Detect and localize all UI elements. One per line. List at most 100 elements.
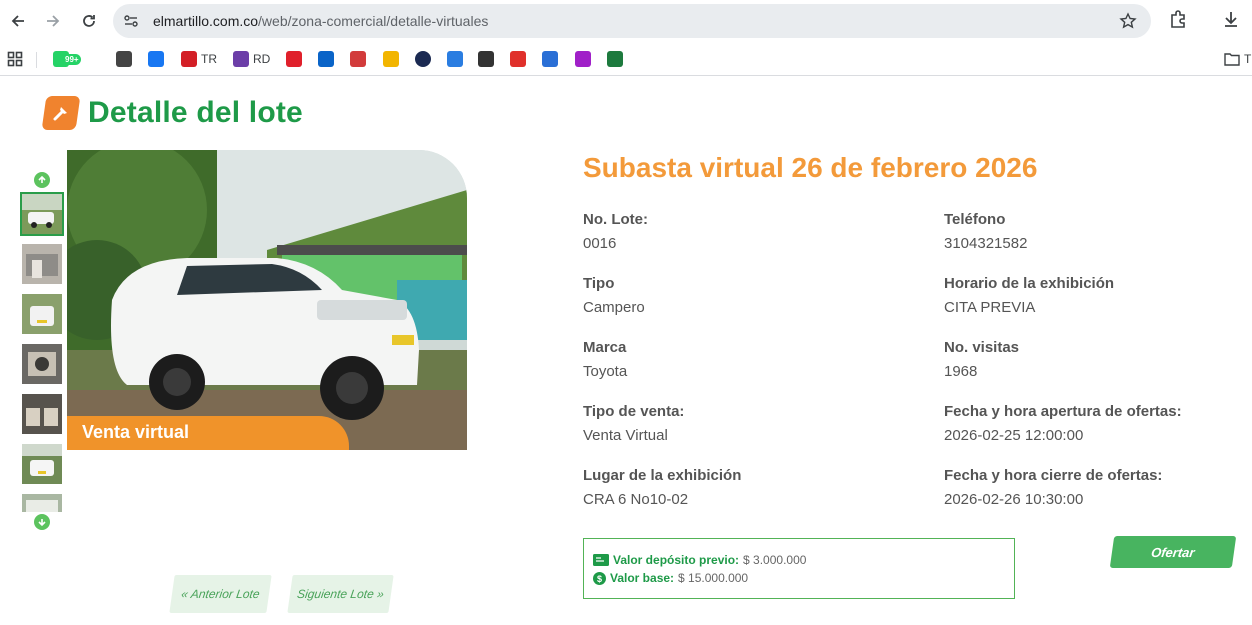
- deposit-label: Valor depósito previo:: [613, 553, 740, 567]
- detail-field: Horario de la exhibición CITA PREVIA: [944, 275, 1244, 316]
- arrow-up-icon: [38, 175, 46, 183]
- back-button[interactable]: [6, 9, 30, 33]
- reload-icon: [83, 15, 95, 27]
- bookmarks-divider: [36, 52, 37, 68]
- download-box-icon: [575, 51, 591, 67]
- thumbs-down-button[interactable]: [34, 514, 50, 530]
- arrow-down-icon: [38, 519, 46, 527]
- detail-field: Teléfono 3104321582: [944, 211, 1244, 252]
- detail-value: Campero: [583, 299, 645, 316]
- tr-icon: [181, 51, 197, 67]
- svg-text:$: $: [597, 574, 602, 584]
- auction-title: Subasta virtual 26 de febrero 2026: [583, 152, 1038, 183]
- bookmarks-bar: 99+ TR RD T: [0, 42, 1252, 76]
- bookmark-excel[interactable]: [607, 50, 623, 68]
- bookmark-badge: 99+: [63, 53, 81, 65]
- vehicle-photo: [67, 150, 467, 450]
- detail-value: 1968: [944, 363, 978, 380]
- detail-value: 2026-02-25 12:00:00: [944, 427, 1084, 444]
- detail-label: Horario de la exhibición: [944, 275, 1115, 292]
- thumbnail-6[interactable]: [22, 444, 62, 484]
- detail-label: Teléfono: [944, 211, 1006, 228]
- bookmark-puzzle[interactable]: [383, 50, 399, 68]
- reload-button[interactable]: [77, 9, 101, 33]
- lc-icon: [350, 51, 366, 67]
- thumbnail-2[interactable]: [22, 244, 62, 284]
- bookmark-wave[interactable]: [542, 50, 558, 68]
- extensions-icon[interactable]: [1168, 9, 1188, 34]
- arrow-right-icon: [47, 15, 60, 27]
- address-bar[interactable]: elmartillo.com.co/web/zona-comercial/det…: [113, 4, 1151, 38]
- bookmark-whatsapp[interactable]: 99+: [53, 50, 81, 68]
- hammer-icon: [41, 96, 81, 130]
- downloads-icon[interactable]: [1221, 9, 1241, 34]
- detail-field: Marca Toyota: [583, 339, 883, 380]
- dollar-circle-icon: $: [593, 571, 606, 585]
- money-bill-icon: [593, 554, 609, 566]
- bookmark-openai[interactable]: [116, 50, 132, 68]
- bookmark-label: TR: [201, 52, 217, 66]
- circle-icon: [415, 51, 431, 67]
- bookmark-m2[interactable]: [478, 50, 494, 68]
- detail-value: CITA PREVIA: [944, 299, 1036, 316]
- main-photo[interactable]: Venta virtual: [67, 150, 467, 450]
- bookmark-lc[interactable]: [350, 50, 366, 68]
- bookmark-outlook[interactable]: [318, 50, 334, 68]
- thumbnail-5[interactable]: [22, 394, 62, 434]
- bookmark-label: RD: [253, 52, 271, 66]
- thumbnail-7[interactable]: [22, 494, 62, 512]
- offer-button[interactable]: Ofertar: [1109, 536, 1237, 568]
- bookmark-facebook[interactable]: [148, 50, 164, 68]
- detail-value: 2026-02-26 10:30:00: [944, 491, 1084, 508]
- page-header: Detalle del lote: [41, 96, 303, 130]
- m2-icon: [478, 51, 494, 67]
- detail-label: Marca: [583, 339, 627, 356]
- detail-label: Tipo de venta:: [583, 403, 685, 420]
- site-settings-icon[interactable]: [123, 13, 139, 34]
- detail-field: Lugar de la exhibición CRA 6 No10-02: [583, 467, 883, 508]
- bookmark-circle[interactable]: [415, 50, 431, 68]
- bookmark-pin[interactable]: [447, 50, 463, 68]
- thumbs-up-button[interactable]: [34, 172, 50, 188]
- base-value-line: $ Valor base: $ 15.000.000: [593, 569, 1014, 587]
- base-value-amount: $ 15.000.000: [678, 571, 749, 585]
- outlook-icon: [318, 51, 334, 67]
- bookmark-tr[interactable]: TR: [181, 50, 217, 68]
- openai-icon: [116, 51, 132, 67]
- arrow-left-icon: [11, 15, 24, 27]
- bookmark-sa[interactable]: [286, 50, 302, 68]
- detail-field: No. visitas 1968: [944, 339, 1244, 380]
- pin-icon: [447, 51, 463, 67]
- folder-icon: [1224, 53, 1240, 66]
- wave-icon: [542, 51, 558, 67]
- page-title: Detalle del lote: [88, 96, 303, 129]
- thumbnail-4[interactable]: [22, 344, 62, 384]
- thumbnail-strip: [20, 170, 64, 530]
- thumbnail-3[interactable]: [22, 294, 62, 334]
- detail-field: Tipo de venta: Venta Virtual: [583, 403, 883, 444]
- detail-value: Venta Virtual: [583, 427, 668, 444]
- detail-value: CRA 6 No10-02: [583, 491, 689, 508]
- detail-label: No. Lote:: [583, 211, 648, 228]
- url-text[interactable]: elmartillo.com.co/web/zona-comercial/det…: [153, 13, 488, 29]
- apps-grid-icon[interactable]: [7, 50, 23, 68]
- detail-field: Fecha y hora apertura de ofertas: 2026-02…: [944, 403, 1244, 444]
- browser-toolbar: elmartillo.com.co/web/zona-comercial/det…: [0, 0, 1252, 42]
- deposit-line: Valor depósito previo: $ 3.000.000: [593, 551, 1014, 569]
- forward-button[interactable]: [41, 9, 65, 33]
- detail-label: Tipo: [583, 275, 615, 292]
- facebook-icon: [148, 51, 164, 67]
- previous-lot-button[interactable]: « Anterior Lote: [169, 575, 272, 613]
- bookmark-folder[interactable]: T: [1224, 50, 1251, 68]
- bookmark-diamond[interactable]: [510, 50, 526, 68]
- next-lot-button[interactable]: Siguiente Lote »: [287, 575, 394, 613]
- bookmark-star-icon[interactable]: [1119, 12, 1137, 35]
- thumbnail-1[interactable]: [20, 192, 64, 236]
- excel-icon: [607, 51, 623, 67]
- detail-field: Fecha y hora cierre de ofertas: 2026-02-2…: [944, 467, 1244, 508]
- sale-type-banner: Venta virtual: [67, 416, 349, 450]
- bookmark-download-box[interactable]: [575, 50, 591, 68]
- detail-label: Fecha y hora apertura de ofertas:: [944, 403, 1182, 420]
- detail-value: 3104321582: [944, 235, 1028, 252]
- bookmark-rd[interactable]: RD: [233, 50, 270, 68]
